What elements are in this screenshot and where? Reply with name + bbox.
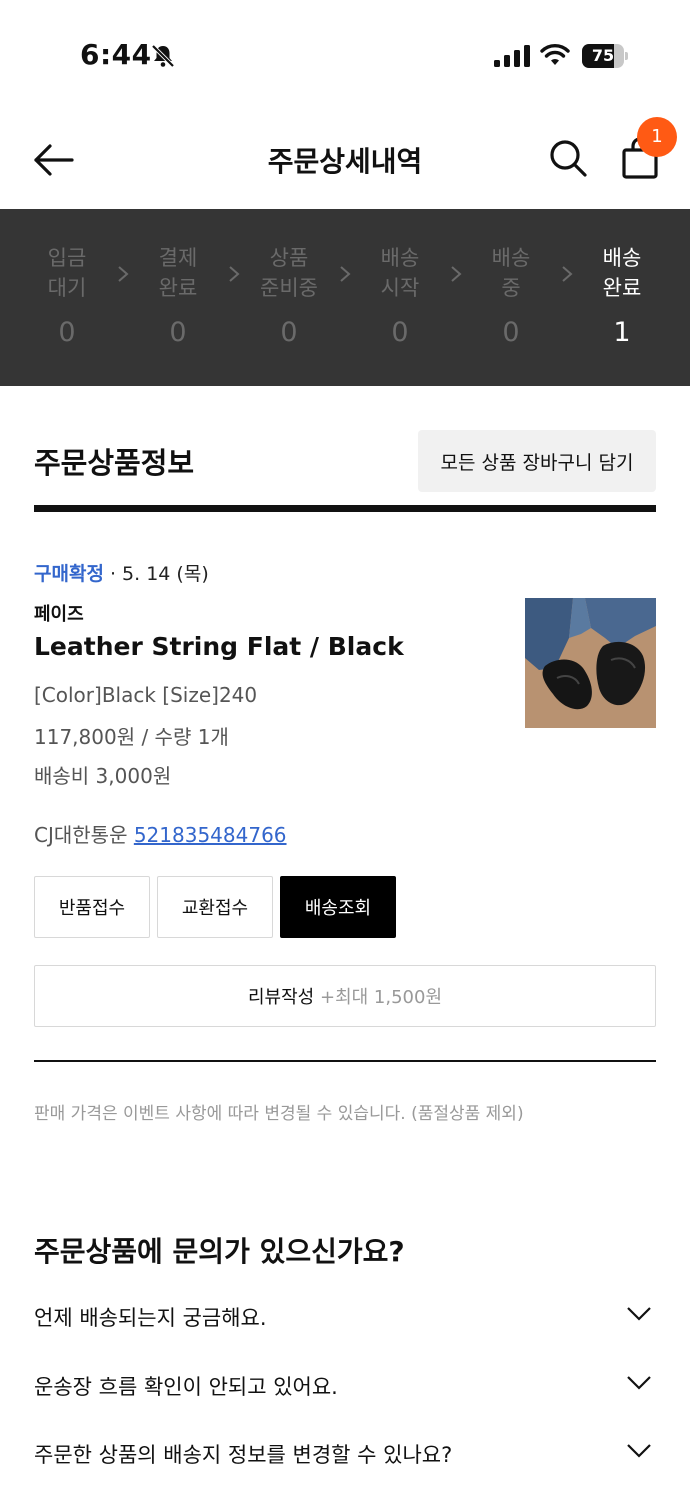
order-status-line: 구매확정 · 5. 14 (목) — [34, 559, 209, 586]
step-count: 0 — [502, 317, 520, 348]
step-label: 배송 완료 — [602, 246, 642, 300]
bell-muted-icon — [151, 44, 175, 68]
chevron-down-icon — [627, 1307, 651, 1321]
progress-step-payment-pending[interactable]: 입금 대기 0 — [27, 243, 107, 348]
step-label: 입금 대기 — [47, 246, 87, 300]
battery-indicator: 75 — [582, 44, 628, 68]
courier-line: CJ대한통운 521835484766 — [34, 819, 287, 848]
progress-step-in-transit[interactable]: 배송 중 0 — [471, 243, 551, 348]
step-count: 1 — [613, 317, 631, 348]
step-count: 0 — [169, 317, 187, 348]
battery-level: 75 — [591, 46, 615, 65]
chevron-down-icon — [627, 1376, 651, 1390]
chevron-right-icon — [451, 266, 462, 282]
faq-item[interactable]: 운송장 흐름 확인이 안되고 있어요. — [34, 1361, 656, 1411]
exchange-request-button[interactable]: 교환접수 — [157, 876, 273, 938]
step-label: 배송 시작 — [380, 246, 420, 300]
product-thumbnail[interactable] — [525, 598, 656, 728]
product-option: [Color]Black [Size]240 — [34, 683, 258, 707]
review-label: 리뷰작성 — [248, 987, 315, 1008]
step-label: 배송 중 — [491, 246, 531, 300]
add-all-to-cart-button[interactable]: 모든 상품 장바구니 담기 — [418, 430, 656, 492]
chevron-right-icon — [118, 266, 129, 282]
faq-question: 언제 배송되는지 궁금해요. — [34, 1306, 267, 1330]
step-count: 0 — [280, 317, 298, 348]
divider — [34, 1060, 656, 1062]
chevron-right-icon — [229, 266, 240, 282]
battery-tip — [625, 52, 628, 60]
step-label: 결제 완료 — [158, 246, 198, 300]
review-bonus: +최대 1,500원 — [319, 987, 442, 1008]
status-time: 6:44 — [80, 38, 152, 71]
progress-step-shipping-started[interactable]: 배송 시작 0 — [360, 243, 440, 348]
faq-question: 주문한 상품의 배송지 정보를 변경할 수 있나요? — [34, 1443, 453, 1467]
order-status-badge: 구매확정 — [34, 563, 104, 585]
shipping-fee: 배송비 3,000원 — [34, 764, 172, 788]
chevron-right-icon — [340, 266, 351, 282]
faq-item[interactable]: 주문한 상품의 배송지 정보를 변경할 수 있나요? — [34, 1429, 656, 1479]
faq-title: 주문상품에 문의가 있으신가요? — [34, 1235, 405, 1268]
product-name[interactable]: Leather String Flat / Black — [34, 632, 404, 661]
faq-item[interactable]: 언제 배송되는지 궁금해요. — [34, 1292, 656, 1342]
section-title: 주문상품정보 — [34, 446, 195, 480]
wifi-icon — [540, 44, 570, 65]
order-date: · 5. 14 (목) — [109, 563, 209, 585]
faq-question: 운송장 흐름 확인이 안되고 있어요. — [34, 1375, 338, 1399]
step-count: 0 — [391, 317, 409, 348]
courier-name: CJ대한통운 — [34, 823, 128, 847]
product-price: 117,800원 / 수량 1개 — [34, 725, 229, 749]
chevron-right-icon — [562, 266, 573, 282]
delivery-progress-bar: 입금 대기 0 결제 완료 0 상품 준비중 0 배송 시작 0 배송 중 0 … — [0, 209, 690, 386]
status-bar: 6:44 75 — [0, 0, 690, 110]
tracking-number-link[interactable]: 521835484766 — [134, 823, 287, 847]
step-label: 상품 준비중 — [260, 246, 318, 300]
track-delivery-button[interactable]: 배송조회 — [280, 876, 396, 938]
progress-step-preparing[interactable]: 상품 준비중 0 — [249, 243, 329, 348]
return-request-button[interactable]: 반품접수 — [34, 876, 150, 938]
step-count: 0 — [58, 317, 76, 348]
cart-count-badge: 1 — [637, 117, 677, 157]
section-divider — [34, 505, 656, 512]
brand-name[interactable]: 페이즈 — [34, 600, 84, 626]
price-notice: 판매 가격은 이벤트 사항에 따라 변경될 수 있습니다. (품절상품 제외) — [34, 1104, 524, 1124]
battery-body: 75 — [582, 44, 624, 68]
chevron-down-icon — [627, 1444, 651, 1458]
search-icon[interactable] — [548, 138, 588, 178]
write-review-button[interactable]: 리뷰작성 +최대 1,500원 — [34, 965, 656, 1027]
cellular-signal-icon — [494, 45, 530, 67]
progress-step-payment-complete[interactable]: 결제 완료 0 — [138, 243, 218, 348]
app-header: 주문상세내역 — [0, 110, 690, 210]
progress-step-delivered[interactable]: 배송 완료 1 — [582, 243, 662, 348]
